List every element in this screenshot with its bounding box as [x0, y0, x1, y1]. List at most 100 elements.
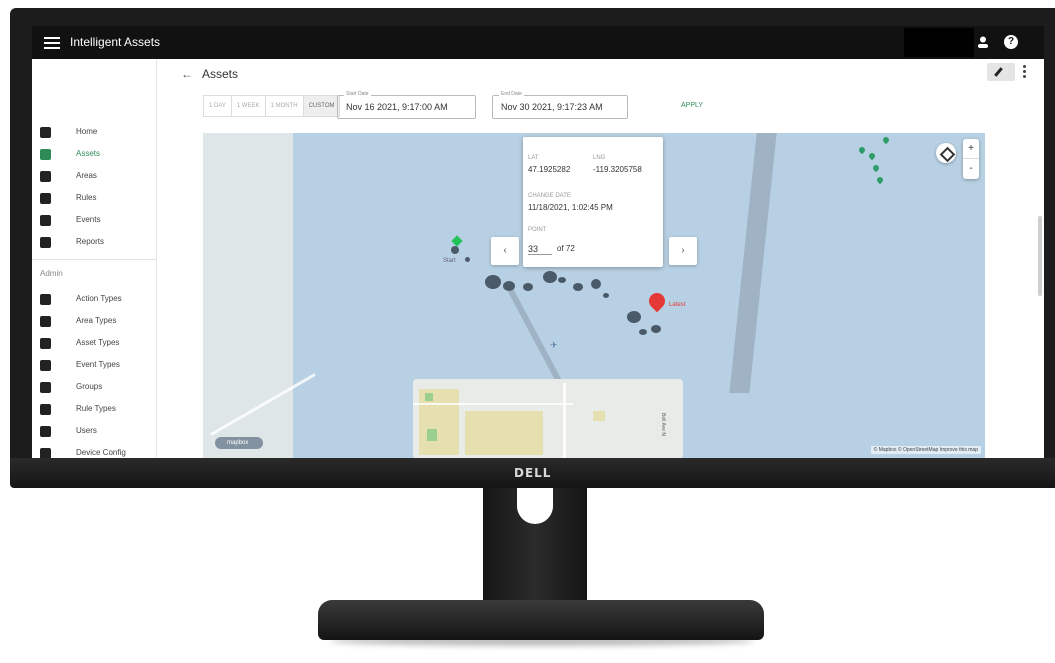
zoom-out-button[interactable]: -	[963, 159, 979, 179]
point-index-input[interactable]: 33	[528, 244, 552, 255]
zoom-in-button[interactable]: +	[963, 139, 979, 159]
asset-pin-icon[interactable]	[875, 175, 885, 185]
start-date-value: Nov 16 2021, 9:17:00 AM	[346, 102, 448, 112]
map-attribution[interactable]: © Mapbox © OpenStreetMap Improve this ma…	[870, 446, 981, 454]
lat-value: 47.1925282	[528, 165, 571, 174]
end-date-label: End Date	[499, 91, 524, 97]
asset-pin-icon[interactable]	[867, 151, 877, 161]
end-date-field[interactable]: End Date Nov 30 2021, 9:17:23 AM	[492, 91, 628, 119]
map-park-area	[427, 429, 437, 441]
track-point[interactable]	[465, 257, 470, 262]
previous-point-button[interactable]: ‹	[491, 237, 519, 265]
main-content: ← Assets 1 DAY 1 WEEK 1 MONTH CUSTOM Sta…	[157, 59, 1044, 458]
track-point[interactable]	[503, 281, 515, 291]
rules-icon	[40, 193, 51, 204]
sidebar-item-events[interactable]: Events	[32, 210, 157, 232]
edit-button[interactable]	[987, 63, 1015, 81]
next-point-button[interactable]: ›	[669, 237, 697, 265]
hamburger-menu-icon[interactable]	[44, 34, 60, 50]
track-point[interactable]	[485, 275, 501, 289]
monitor-stand-base	[318, 600, 764, 640]
sidebar-item-area-types[interactable]: Area Types	[32, 311, 157, 333]
track-point[interactable]	[651, 325, 661, 333]
sidebar-item-label: Asset Types	[76, 338, 120, 347]
sidebar-divider	[32, 259, 157, 260]
track-point[interactable]	[603, 293, 609, 298]
lng-value: -119.3205758	[593, 165, 642, 174]
point-total: of 72	[557, 244, 575, 253]
track-point[interactable]	[627, 311, 641, 323]
sidebar-item-label: Areas	[76, 171, 97, 180]
asset-types-icon	[40, 338, 51, 349]
sidebar-item-label: Reports	[76, 237, 105, 246]
sidebar-item-device-config[interactable]: Device Config	[32, 443, 157, 458]
sidebar-item-users[interactable]: Users	[32, 421, 157, 443]
sidebar-item-action-types[interactable]: Action Types	[32, 289, 157, 311]
track-point[interactable]	[639, 329, 647, 335]
track-point[interactable]	[591, 279, 601, 289]
monitor-stand-cable-hole	[517, 488, 553, 524]
asset-pin-icon[interactable]	[857, 145, 867, 155]
asset-pin-icon[interactable]	[871, 163, 881, 173]
sidebar-item-groups[interactable]: Groups	[32, 377, 157, 399]
sidebar-item-home[interactable]: Home	[32, 122, 157, 144]
track-point[interactable]	[523, 283, 533, 291]
start-marker-label: Start	[443, 258, 456, 264]
track-point[interactable]	[451, 246, 459, 254]
sidebar-item-label: Home	[76, 127, 98, 136]
sidebar-item-areas[interactable]: Areas	[32, 166, 157, 188]
street-label: Bell Ave N	[660, 413, 666, 436]
help-icon[interactable]: ?	[1004, 35, 1018, 49]
asset-pin-icon[interactable]	[881, 135, 891, 145]
range-1-week-button[interactable]: 1 WEEK	[232, 96, 266, 116]
airport-icon: ✈	[550, 340, 558, 350]
account-icon[interactable]	[976, 35, 990, 49]
page-scrollbar[interactable]	[1038, 216, 1042, 296]
arrow-left-icon[interactable]: ←	[181, 67, 193, 81]
users-icon	[40, 426, 51, 437]
change-date-label: CHANGE DATE	[528, 193, 571, 199]
groups-icon	[40, 382, 51, 393]
range-custom-button[interactable]: CUSTOM	[303, 96, 340, 116]
range-1-day-button[interactable]: 1 DAY	[204, 96, 232, 116]
zoom-control: + -	[963, 139, 979, 179]
track-point[interactable]	[558, 277, 566, 283]
start-date-field[interactable]: Start Date Nov 16 2021, 9:17:00 AM	[337, 91, 476, 119]
admin-section-label: Admin	[40, 269, 63, 278]
end-date-value: Nov 30 2021, 9:17:23 AM	[501, 102, 603, 112]
map-runway	[507, 288, 565, 388]
sidebar-item-rule-types[interactable]: Rule Types	[32, 399, 157, 421]
map-land-area	[203, 133, 293, 458]
layers-icon[interactable]	[936, 143, 956, 163]
more-options-icon[interactable]	[1023, 65, 1027, 79]
map-land-area	[465, 411, 543, 455]
lat-label: LAT	[528, 155, 539, 161]
map-land-area	[593, 411, 605, 421]
sidebar-item-label: Rules	[76, 193, 97, 202]
sidebar-item-assets[interactable]: Assets	[32, 144, 157, 166]
latest-location-marker-icon[interactable]	[645, 289, 669, 313]
sidebar-item-label: Rule Types	[76, 404, 116, 413]
location-pin-icon	[40, 171, 51, 182]
start-date-label: Start Date	[344, 91, 371, 97]
change-date-value: 11/18/2021, 1:02:45 PM	[528, 203, 613, 212]
apply-button[interactable]: APPLY	[681, 102, 703, 109]
sidebar-item-asset-types[interactable]: Asset Types	[32, 333, 157, 355]
start-marker-icon[interactable]	[451, 235, 463, 247]
event-types-icon	[40, 360, 51, 371]
asset-map[interactable]: Start Latest ✈ LAT 47.1925282 LNG -119.3…	[203, 133, 985, 458]
assets-icon	[40, 149, 51, 160]
sidebar-item-reports[interactable]: Reports	[32, 232, 157, 254]
sidebar-item-event-types[interactable]: Event Types	[32, 355, 157, 377]
sidebar-item-rules[interactable]: Rules	[32, 188, 157, 210]
track-point[interactable]	[573, 283, 583, 291]
date-range-toggle: 1 DAY 1 WEEK 1 MONTH CUSTOM	[203, 95, 341, 117]
reports-icon	[40, 237, 51, 248]
lng-label: LNG	[593, 155, 606, 161]
device-config-icon	[40, 448, 51, 458]
range-1-month-button[interactable]: 1 MONTH	[266, 96, 304, 116]
sidebar: Home Assets Areas Rules Events Reports A…	[32, 59, 157, 458]
mapbox-logo[interactable]: mapbox	[215, 437, 263, 449]
page-title: Assets	[202, 67, 239, 81]
track-point[interactable]	[543, 271, 557, 283]
